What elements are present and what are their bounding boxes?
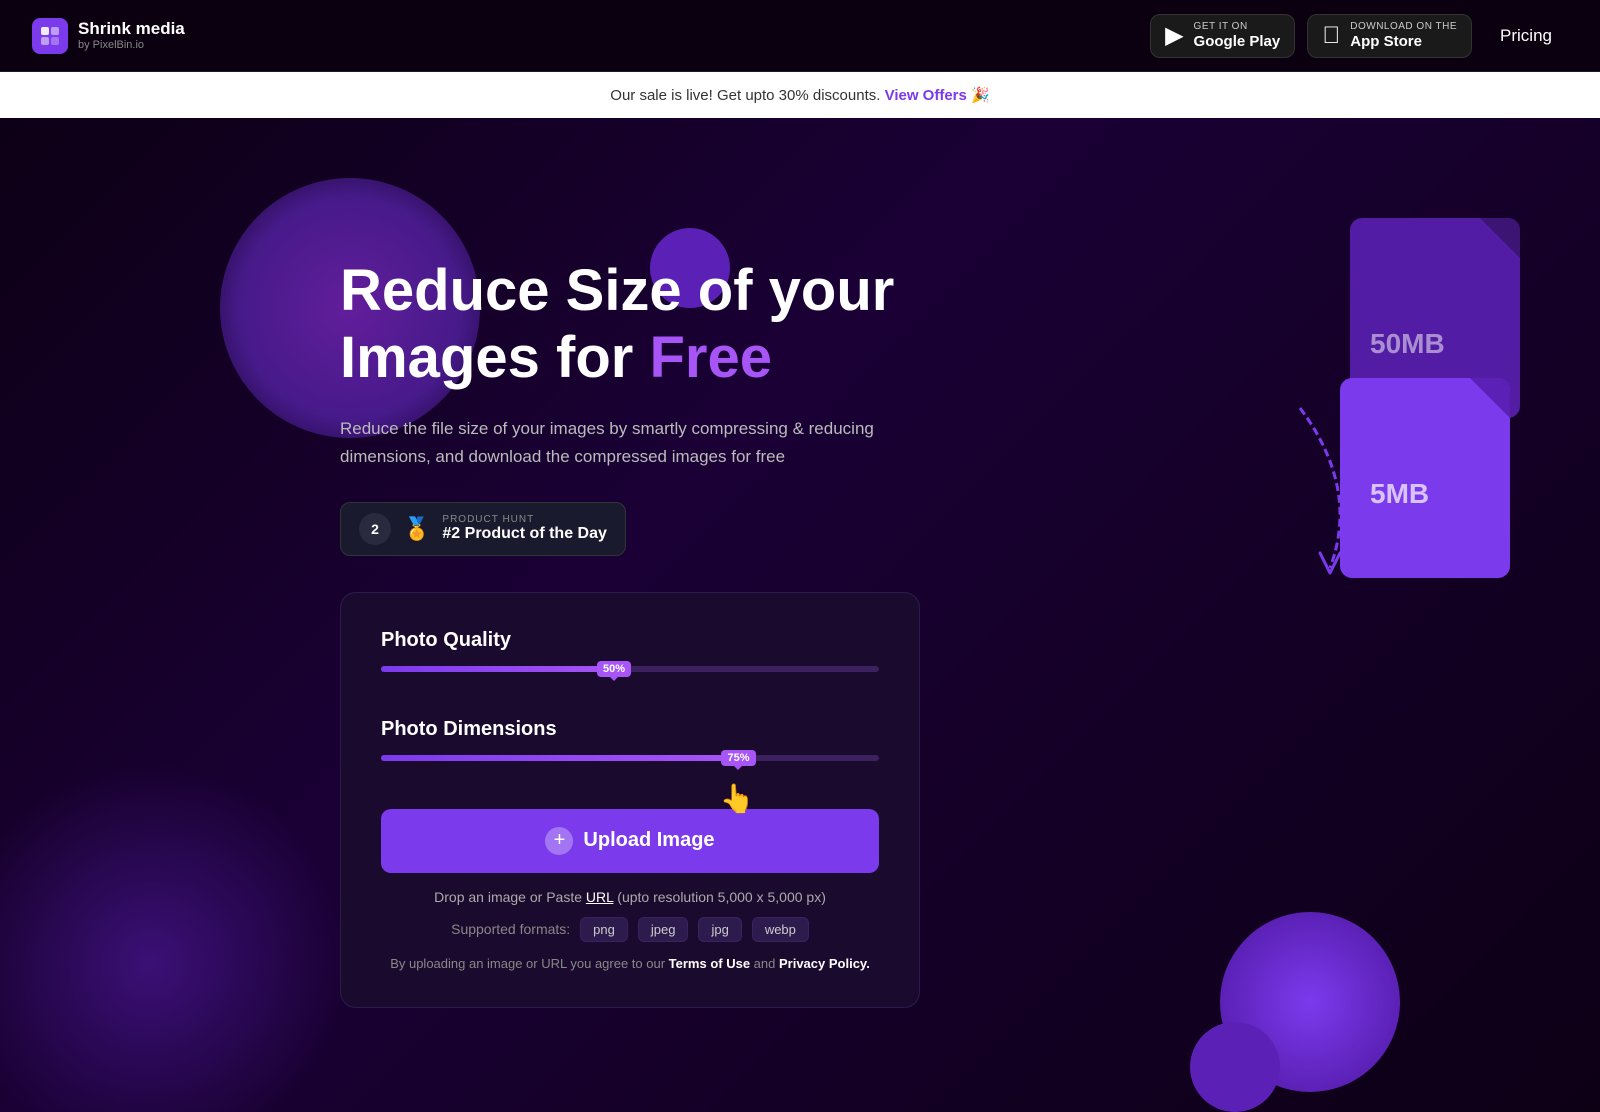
nav-right: ▶ GET IT ON Google Play  Download on th…	[1150, 14, 1568, 58]
google-play-button[interactable]: ▶ GET IT ON Google Play	[1150, 14, 1295, 58]
dimensions-slider-container: Photo Dimensions 75% 👆	[381, 718, 879, 779]
drop-text: Drop an image or Paste URL (upto resolut…	[381, 889, 879, 905]
announcement-text: Our sale is live! Get upto 30% discounts…	[610, 87, 880, 104]
ph-text: PRODUCT HUNT #2 Product of the Day	[442, 514, 606, 543]
hero-title: Reduce Size of your Images for Free	[340, 258, 920, 391]
upload-card: Photo Quality 50% Photo Dimensions 75%	[340, 592, 920, 1008]
logo[interactable]: Shrink media by PixelBin.io	[32, 18, 185, 54]
file-before-label: 50MB	[1370, 328, 1445, 360]
hero-subtitle: Reduce the file size of your images by s…	[340, 415, 920, 469]
announcement-emoji: 🎉	[971, 87, 990, 104]
format-jpg: jpg	[698, 917, 741, 942]
dimensions-slider-fill: 75%	[381, 755, 755, 761]
formats-label: Supported formats:	[451, 921, 570, 937]
terms-of-use-link[interactable]: Terms of Use	[669, 956, 750, 971]
upload-button-label: Upload Image	[583, 829, 714, 852]
quality-slider-track: 50%	[381, 666, 879, 672]
hero-content: Reduce Size of your Images for Free Redu…	[340, 258, 920, 1008]
hero-section: 50MB 5MB Reduce Size of your Images for …	[0, 118, 1600, 1112]
hero-title-line1: Reduce Size of your	[340, 258, 894, 323]
apple-icon: 	[1322, 22, 1340, 50]
quality-label: Photo Quality	[381, 629, 879, 652]
upload-image-button[interactable]: + Upload Image	[381, 809, 879, 873]
dimensions-label: Photo Dimensions	[381, 718, 879, 741]
navbar: Shrink media by PixelBin.io ▶ GET IT ON …	[0, 0, 1600, 72]
google-play-icon: ▶	[1165, 21, 1183, 50]
format-png: png	[580, 917, 628, 942]
file-illustration: 50MB 5MB	[1320, 218, 1520, 438]
logo-title: Shrink media	[78, 20, 185, 39]
compression-arrow-icon	[1270, 388, 1390, 588]
terms-text: By uploading an image or URL you agree t…	[381, 956, 879, 971]
logo-text: Shrink media by PixelBin.io	[78, 20, 185, 51]
formats-row: Supported formats: png jpeg jpg webp	[381, 917, 879, 942]
cursor-hand-icon: 👆	[720, 782, 755, 815]
ph-badge-number: 2	[359, 513, 391, 545]
announcement-bar: Our sale is live! Get upto 30% discounts…	[0, 72, 1600, 118]
ph-medal-icon: 🏅	[403, 516, 430, 542]
paste-url-link[interactable]: URL	[586, 889, 614, 905]
pricing-button[interactable]: Pricing	[1484, 18, 1568, 54]
format-jpeg: jpeg	[638, 917, 689, 942]
hero-title-free: Free	[649, 325, 772, 390]
logo-icon	[32, 18, 68, 54]
quality-slider-fill: 50%	[381, 666, 630, 672]
app-store-button[interactable]:  Download on the App Store	[1307, 14, 1472, 58]
bg-glow-left	[0, 762, 350, 1112]
app-store-text: Download on the App Store	[1350, 21, 1457, 51]
announcement-cta[interactable]: View Offers	[885, 87, 967, 104]
bg-circle-bottom-right-small	[1190, 1022, 1280, 1112]
quality-slider-container: Photo Quality 50%	[381, 629, 879, 690]
format-webp: webp	[752, 917, 809, 942]
google-play-text: GET IT ON Google Play	[1194, 21, 1281, 51]
logo-subtitle: by PixelBin.io	[78, 39, 185, 51]
plus-icon: +	[545, 827, 573, 855]
ph-title: #2 Product of the Day	[442, 525, 606, 543]
dimensions-slider-track: 75%	[381, 755, 879, 761]
hero-title-line2: Images for Free	[340, 325, 772, 390]
ph-label: PRODUCT HUNT	[442, 514, 606, 525]
privacy-policy-link[interactable]: Privacy Policy.	[779, 956, 870, 971]
product-hunt-badge[interactable]: 2 🏅 PRODUCT HUNT #2 Product of the Day	[340, 502, 626, 556]
